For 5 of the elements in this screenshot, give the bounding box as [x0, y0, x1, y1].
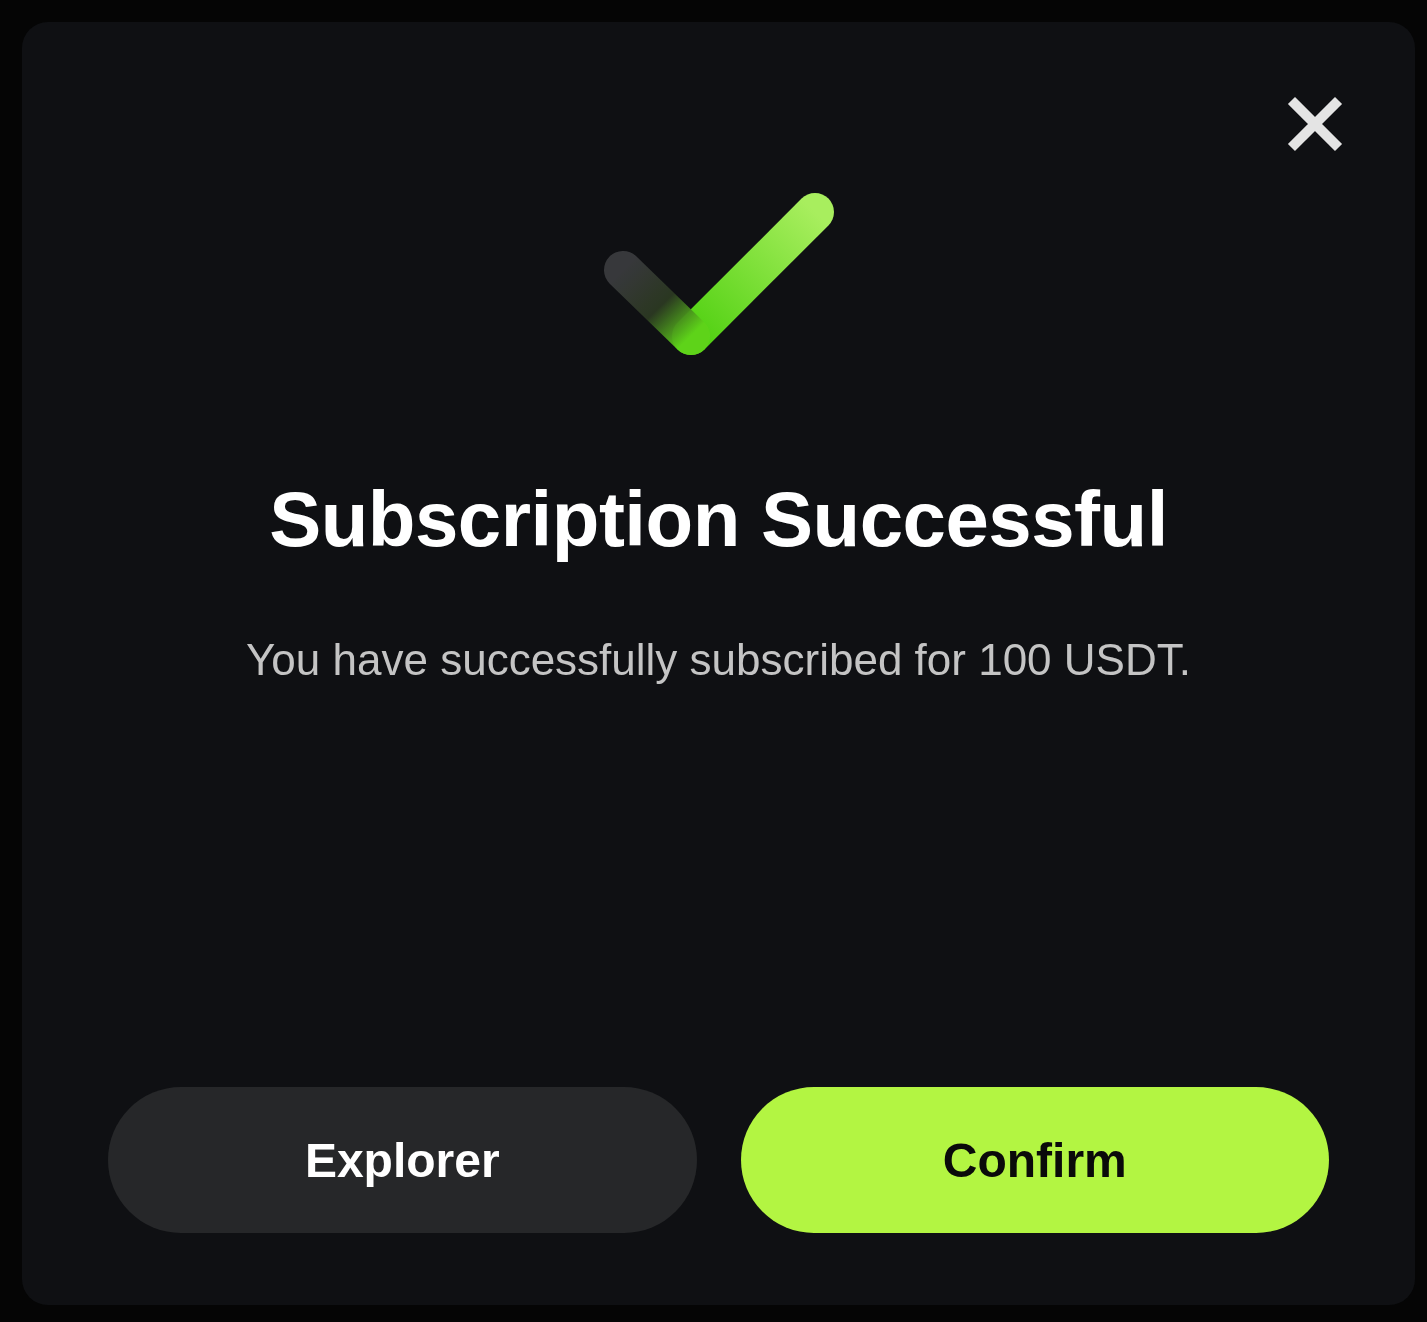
dialog-title: Subscription Successful	[269, 474, 1168, 565]
confirm-button[interactable]: Confirm	[740, 1087, 1329, 1233]
close-button[interactable]	[1287, 96, 1343, 152]
explorer-button[interactable]: Explorer	[108, 1087, 697, 1233]
success-message: You have successfully subscribed for 100 USDT.	[246, 635, 1191, 685]
